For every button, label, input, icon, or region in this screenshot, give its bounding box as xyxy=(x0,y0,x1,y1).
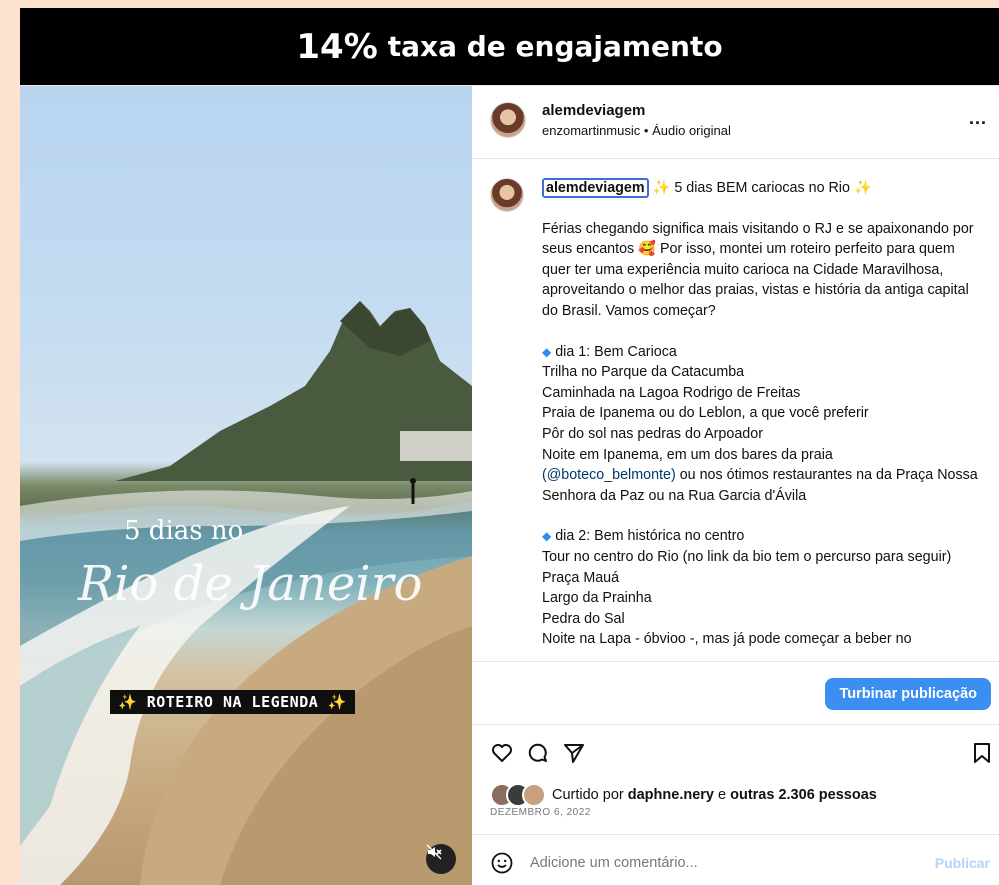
day1-line: Trilha no Parque da Catacumba xyxy=(542,364,745,381)
caption-title: 5 dias BEM cariocas no Rio xyxy=(674,180,850,196)
liker-avatar[interactable] xyxy=(522,783,546,807)
divider xyxy=(472,661,999,662)
day1-line: Pôr do sol nas pedras do Arpoador xyxy=(542,425,763,442)
avatar[interactable] xyxy=(490,102,526,138)
audio-label[interactable]: Áudio original xyxy=(652,123,731,138)
divider xyxy=(472,834,999,835)
photo-legend-pill: ✨ ROTEIRO NA LEGENDA ✨ xyxy=(110,690,355,714)
emoji-icon[interactable] xyxy=(490,851,514,875)
heart-icon[interactable] xyxy=(490,741,514,765)
mention-link[interactable]: (@boteco_belmonte) xyxy=(542,467,676,483)
divider xyxy=(472,724,999,725)
day2-title: dia 2: Bem histórica no centro xyxy=(555,528,745,545)
audio-user[interactable]: enzomartinmusic xyxy=(542,123,640,138)
blue-diamond-icon: ◆ xyxy=(542,529,552,544)
caption-avatar[interactable] xyxy=(490,178,524,212)
day1-title: dia 1: Bem Carioca xyxy=(555,343,677,360)
caption-text: alemdeviagem ✨ 5 dias BEM cariocas no Ri… xyxy=(542,178,982,650)
day2-line: Noite na Lapa - óbvioo -, mas já pode co… xyxy=(542,631,912,648)
day2-line: Tour no centro do Rio (no link da bio te… xyxy=(542,548,952,565)
audio-info: enzomartinmusic • Áudio original xyxy=(542,123,731,138)
day1-line: Praia de Ipanema ou do Leblon, a que voc… xyxy=(542,405,869,422)
sparkle-icon: ✨ xyxy=(327,693,347,711)
likes-summary: Curtido por daphne.nery e outras 2.306 p… xyxy=(490,783,877,807)
beach-scene-illustration xyxy=(20,301,472,885)
muted-speaker-icon xyxy=(426,844,442,860)
likes-prefix: Curtido por xyxy=(552,787,624,803)
post-date: DEZEMBRO 6, 2022 xyxy=(490,807,591,818)
comment-bar: Adicione um comentário... Publicar xyxy=(490,851,990,875)
sparkle-icon: ✨ xyxy=(853,180,872,196)
blue-diamond-icon: ◆ xyxy=(542,344,552,359)
photo-legend-text: ROTEIRO NA LEGENDA xyxy=(146,693,319,711)
day1-line: Caminhada na Lagoa Rodrigo de Freitas xyxy=(542,384,801,401)
day1-line: Noite em Ipanema, em um dos bares da pra… xyxy=(542,446,833,463)
share-icon[interactable] xyxy=(562,741,586,765)
audio-separator: • xyxy=(643,123,649,138)
sparkle-icon: ✨ xyxy=(118,693,138,711)
day2-line: Praça Mauá xyxy=(542,569,620,586)
likes-mid: e xyxy=(718,787,727,803)
day2-line: Pedra do Sal xyxy=(542,610,625,627)
photo-title-line1: 5 dias no xyxy=(124,516,244,546)
engagement-label: taxa de engajamento xyxy=(387,30,723,63)
sparkle-icon: ✨ xyxy=(652,180,671,196)
publish-button[interactable]: Publicar xyxy=(935,855,990,871)
photo-title-line2: Rio de Janeiro xyxy=(78,556,423,612)
caption-intro: Férias chegando significa mais visitando… xyxy=(542,220,974,319)
post-header-names: alemdeviagem enzomartinmusic • Áudio ori… xyxy=(542,102,731,138)
mute-button[interactable] xyxy=(426,844,456,874)
caption-username[interactable]: alemdeviagem xyxy=(542,178,649,198)
save-icon[interactable] xyxy=(970,741,994,765)
day2-line: Largo da Prainha xyxy=(542,590,652,607)
comment-input[interactable]: Adicione um comentário... xyxy=(530,855,935,871)
likes-user[interactable]: daphne.nery xyxy=(628,787,714,803)
post-username[interactable]: alemdeviagem xyxy=(542,102,731,119)
engagement-percent: 14% xyxy=(296,26,378,67)
boost-post-button[interactable]: Turbinar publicação xyxy=(825,678,991,710)
engagement-banner: 14% taxa de engajamento xyxy=(20,8,999,85)
comment-icon[interactable] xyxy=(526,741,550,765)
likes-text: Curtido por daphne.nery e outras 2.306 p… xyxy=(552,787,877,803)
post-header: alemdeviagem enzomartinmusic • Áudio ori… xyxy=(490,102,731,138)
divider xyxy=(472,158,999,159)
more-options-button[interactable]: ... xyxy=(969,108,987,129)
likes-others[interactable]: outras 2.306 pessoas xyxy=(730,787,877,803)
post-panel: alemdeviagem enzomartinmusic • Áudio ori… xyxy=(472,86,999,885)
post-photo[interactable]: 5 dias no Rio de Janeiro ✨ ROTEIRO NA LE… xyxy=(20,86,472,885)
